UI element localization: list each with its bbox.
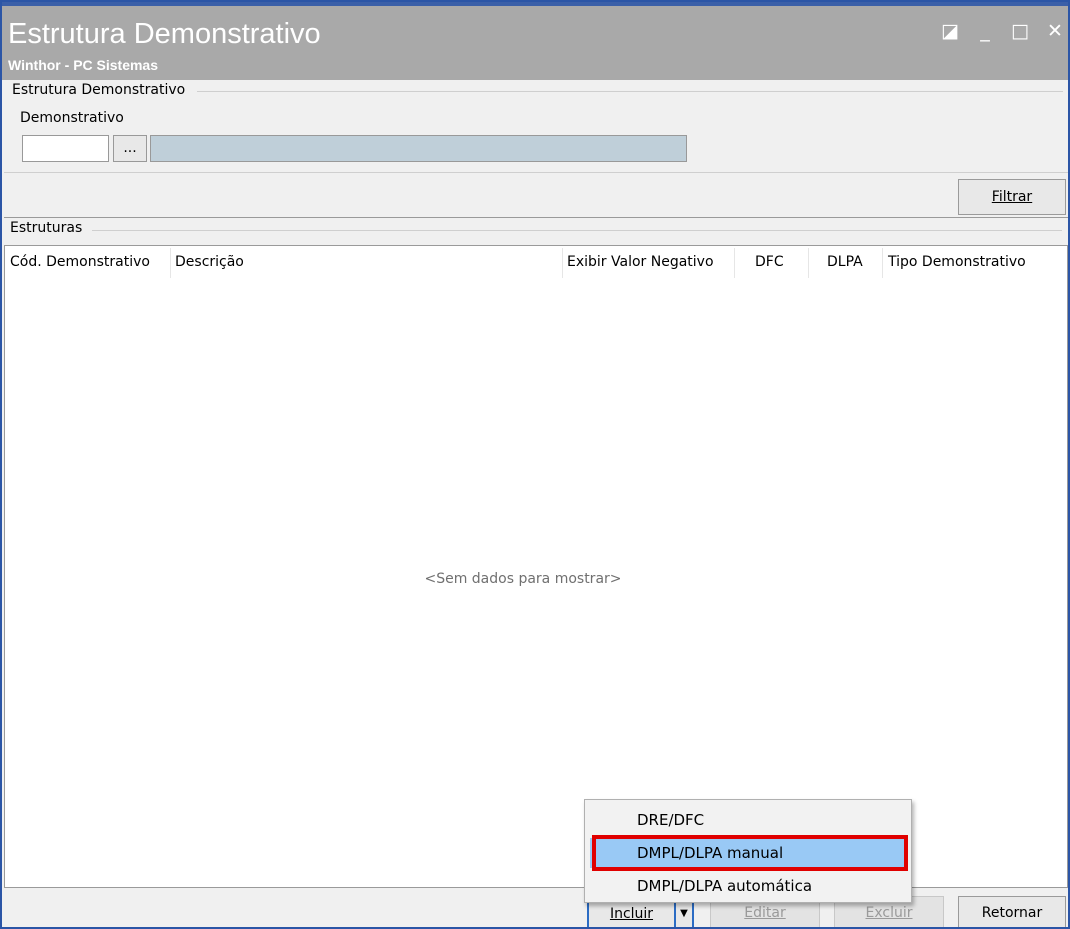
- column-header-exibir-valor-negativo[interactable]: Exibir Valor Negativo: [567, 254, 714, 270]
- column-header-dfc[interactable]: DFC: [755, 254, 784, 270]
- divider: [4, 217, 1068, 218]
- annotation-highlight-box: [592, 835, 908, 871]
- demonstrativo-label: Demonstrativo: [20, 110, 124, 126]
- retornar-button[interactable]: Retornar: [958, 896, 1066, 927]
- demonstrativo-description-field: [150, 135, 687, 162]
- filter-button[interactable]: Filtrar: [958, 179, 1066, 215]
- title-bar: Estrutura Demonstrativo Winthor - PC Sis…: [2, 2, 1068, 80]
- menu-item-dre-dfc[interactable]: DRE/DFC: [590, 805, 906, 835]
- grid-legend: Estruturas: [10, 220, 86, 236]
- grid-legend-divider: [92, 230, 1062, 231]
- minimize-icon[interactable]: _: [974, 20, 996, 42]
- window-title: Estrutura Demonstrativo: [8, 18, 321, 50]
- column-divider: [882, 248, 883, 278]
- column-header-tipo-demonstrativo[interactable]: Tipo Demonstrativo: [888, 254, 1026, 270]
- column-header-cod-demonstrativo[interactable]: Cód. Demonstrativo: [10, 254, 150, 270]
- column-header-descricao[interactable]: Descrição: [175, 254, 244, 270]
- incluir-button-label: Incluir: [609, 906, 654, 922]
- structures-grid[interactable]: Cód. Demonstrativo Descrição Exibir Valo…: [4, 245, 1068, 888]
- close-icon[interactable]: ✕: [1044, 20, 1066, 42]
- divider: [4, 172, 1068, 173]
- column-divider: [808, 248, 809, 278]
- filter-group-divider: [197, 91, 1063, 92]
- restore-icon[interactable]: ◪: [939, 20, 961, 42]
- filter-group-legend: Estrutura Demonstrativo: [12, 82, 189, 98]
- editar-button-label: Editar: [744, 905, 786, 921]
- excluir-button-label: Excluir: [865, 905, 913, 921]
- window-subtitle: Winthor - PC Sistemas: [8, 57, 159, 73]
- chevron-down-icon: ▼: [680, 908, 688, 919]
- maximize-icon[interactable]: □: [1009, 20, 1031, 42]
- demonstrativo-search-button[interactable]: ...: [113, 135, 147, 162]
- column-divider: [170, 248, 171, 278]
- column-header-dlpa[interactable]: DLPA: [827, 254, 863, 270]
- column-divider: [734, 248, 735, 278]
- empty-grid-message: <Sem dados para mostrar>: [424, 571, 622, 587]
- filter-button-label: Filtrar: [991, 189, 1033, 205]
- column-divider: [562, 248, 563, 278]
- demonstrativo-code-input[interactable]: [22, 135, 109, 162]
- main-window: Estrutura Demonstrativo Winthor - PC Sis…: [0, 0, 1070, 929]
- menu-item-dmpl-dlpa-automatica[interactable]: DMPL/DLPA automática: [590, 871, 906, 901]
